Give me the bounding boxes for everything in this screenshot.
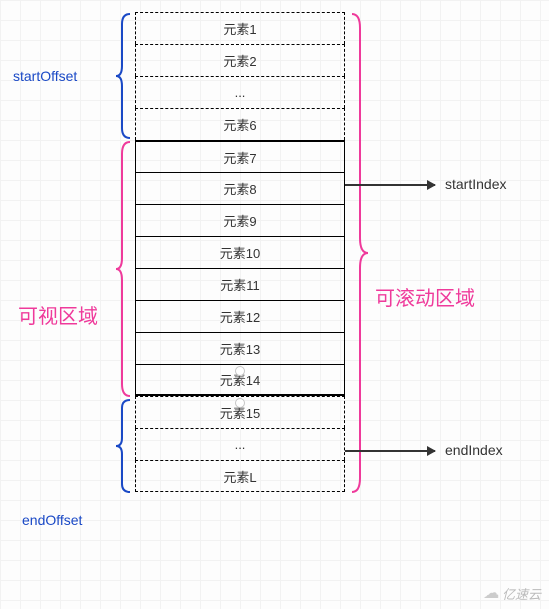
diagram-stage: 元素1 元素2 ... 元素6 元素7 元素8 元素9 元素10 元素11 元素…: [0, 0, 549, 609]
list-item: ...: [135, 428, 345, 460]
list-item: 元素6: [135, 108, 345, 140]
bracket-endoffset: [116, 398, 134, 494]
list-item: 元素1: [135, 12, 345, 44]
row-label: 元素6: [223, 115, 256, 134]
row-label: 元素10: [220, 243, 260, 262]
list-item: 元素10: [135, 236, 345, 268]
arrow-startindex: [345, 184, 435, 186]
list-item: 元素2: [135, 44, 345, 76]
list-item: ...: [135, 76, 345, 108]
bracket-startoffset: [116, 12, 134, 140]
watermark: ☁ 亿速云: [483, 583, 541, 603]
list-item: 元素7: [135, 140, 345, 172]
label-startindex: startIndex: [445, 176, 506, 192]
row-label: 元素7: [223, 148, 256, 167]
row-label: 元素1: [223, 19, 256, 38]
list-item: 元素13: [135, 332, 345, 364]
list-item: 元素8: [135, 172, 345, 204]
row-label: 元素12: [220, 307, 260, 326]
row-label: 元素8: [223, 179, 256, 198]
list-item: 元素11: [135, 268, 345, 300]
row-label: 元素L: [223, 467, 256, 486]
watermark-text: 亿速云: [502, 584, 541, 603]
list-item: 元素L: [135, 460, 345, 492]
list-item: 元素12: [135, 300, 345, 332]
list-column: 元素1 元素2 ... 元素6 元素7 元素8 元素9 元素10 元素11 元素…: [135, 12, 345, 492]
label-startoffset: startOffset: [13, 68, 77, 84]
label-visible: 可视区域: [18, 300, 98, 329]
row-label: 元素9: [223, 211, 256, 230]
row-label: 元素2: [223, 51, 256, 70]
label-scrollable: 可滚动区域: [375, 282, 475, 311]
list-item: 元素9: [135, 204, 345, 236]
cloud-icon: ☁: [483, 583, 499, 603]
row-label: ...: [235, 85, 246, 100]
label-endindex: endIndex: [445, 442, 503, 458]
row-label: 元素11: [220, 275, 260, 294]
connector-dot: [235, 398, 245, 408]
bracket-scrollable: [348, 12, 368, 494]
arrow-endindex: [345, 450, 435, 452]
row-label: ...: [235, 437, 246, 452]
connector-dot: [235, 366, 245, 376]
bracket-visible: [116, 140, 134, 398]
label-endoffset: endOffset: [22, 512, 82, 528]
row-label: 元素13: [220, 339, 260, 358]
